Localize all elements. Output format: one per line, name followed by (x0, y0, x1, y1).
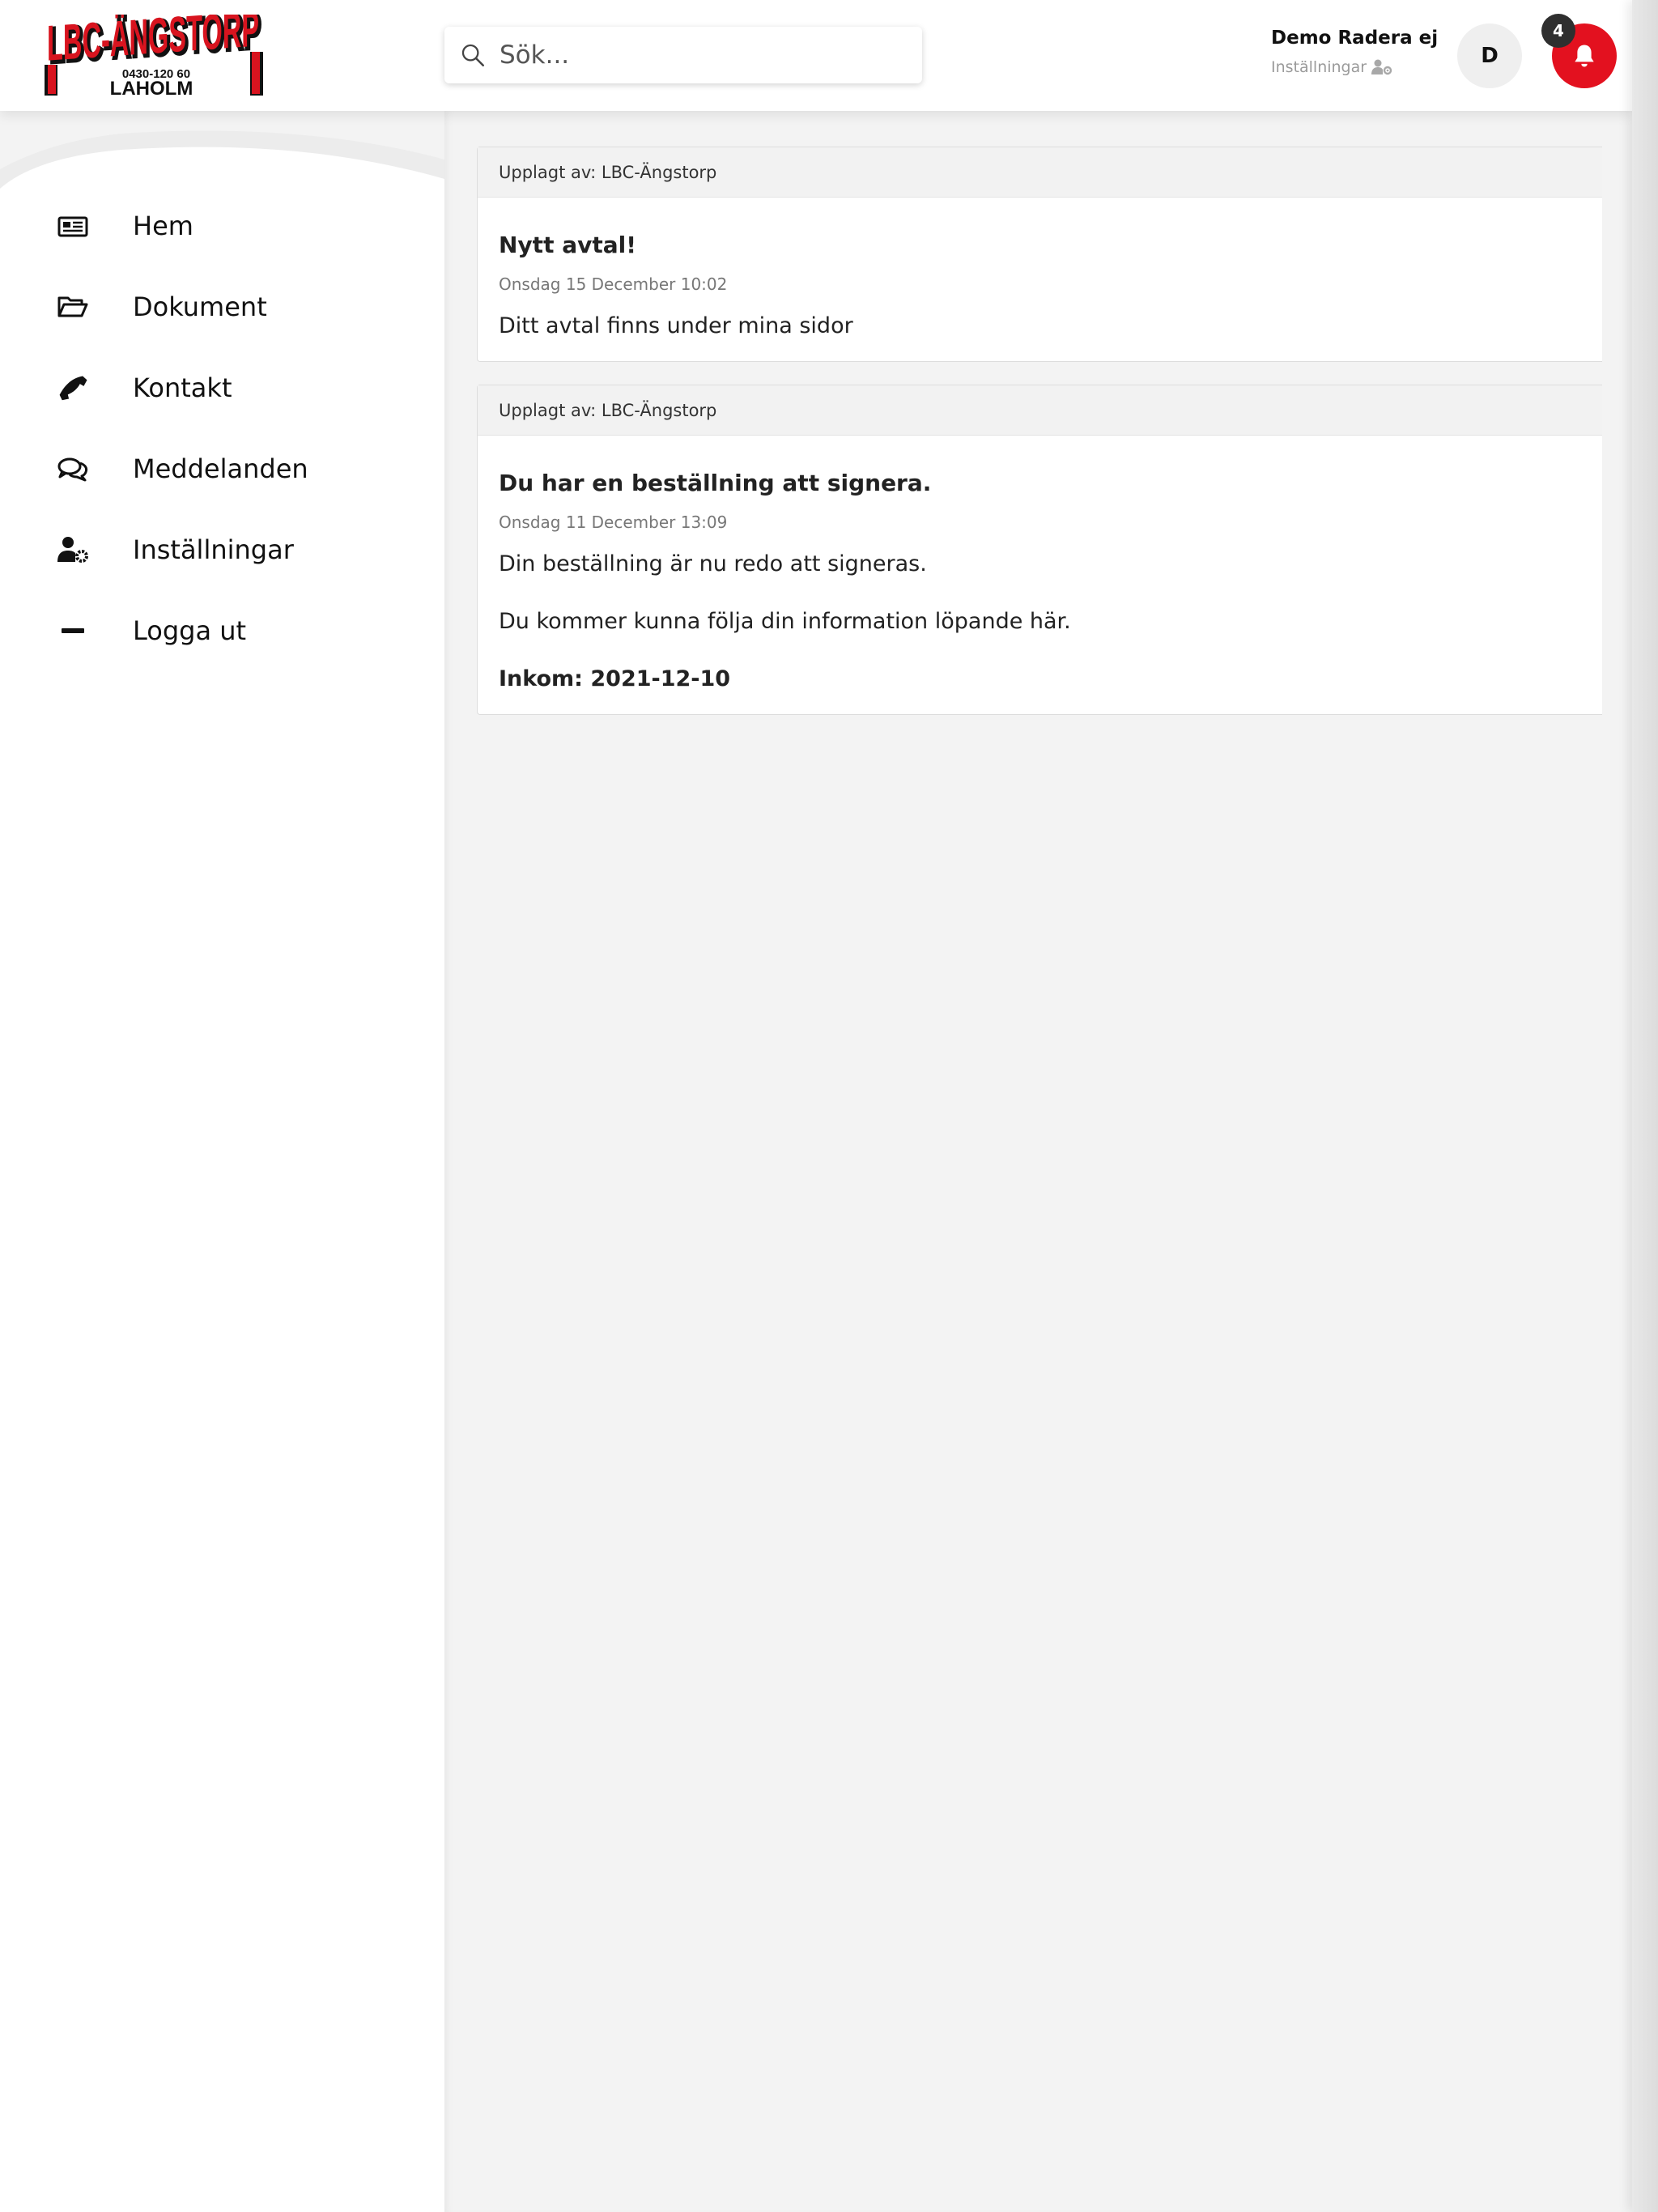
sidebar-item-meddelanden[interactable]: Meddelanden (0, 428, 444, 509)
user-settings-link[interactable]: Inställningar (1271, 58, 1417, 76)
sidebar-item-label: Dokument (133, 291, 267, 322)
card-title: Nytt avtal! (499, 232, 636, 258)
user-info[interactable]: Demo Radera ej Inställningar (1271, 28, 1439, 76)
company-logo[interactable]: LBC-ÄNGSTORP LBC-ÄNGSTORP 0430-120 60 LA… (45, 2, 263, 100)
sidebar-item-installningar[interactable]: Inställningar (0, 509, 444, 590)
card-date: Onsdag 11 December 13:09 (499, 513, 728, 532)
sidebar-item-label: Hem (133, 211, 193, 241)
card-received-date: Inkom: 2021-12-10 (499, 666, 731, 691)
bell-icon (1575, 45, 1594, 67)
phone-icon (55, 370, 91, 406)
user-settings-label: Inställningar (1271, 58, 1367, 76)
sidebar-nav: Hem Dokument Kontakt Meddelanden Inställ… (0, 185, 444, 671)
top-header: LBC-ÄNGSTORP LBC-ÄNGSTORP 0430-120 60 LA… (0, 0, 1632, 111)
card-text: Din beställning är nu redo att signeras. (499, 551, 927, 576)
feed-card[interactable]: Upplagt av: LBC-Ängstorp Nytt avtal! Ons… (477, 147, 1602, 362)
comments-icon (55, 451, 91, 487)
user-name: Demo Radera ej (1271, 28, 1439, 49)
sidebar-item-logga-ut[interactable]: Logga ut (0, 590, 444, 671)
sidebar-item-label: Kontakt (133, 372, 232, 403)
newspaper-icon (55, 208, 91, 244)
card-body: Du har en beställning att signera. Onsda… (478, 436, 1602, 714)
sidebar-item-label: Logga ut (133, 615, 247, 646)
card-posted-by: Upplagt av: LBC-Ängstorp (478, 385, 1602, 436)
minus-icon (55, 613, 91, 649)
svg-text:LAHOLM: LAHOLM (110, 78, 193, 97)
sidebar-item-label: Meddelanden (133, 453, 308, 484)
sidebar-wave-decoration (0, 111, 444, 189)
window-edge (1632, 0, 1658, 2212)
sidebar-item-kontakt[interactable]: Kontakt (0, 347, 444, 428)
svg-text:LBC-ÄNGSTORP: LBC-ÄNGSTORP (47, 15, 259, 72)
user-cog-icon (55, 532, 91, 568)
card-posted-by: Upplagt av: LBC-Ängstorp (478, 147, 1602, 198)
folder-open-icon (55, 289, 91, 325)
feed-card[interactable]: Upplagt av: LBC-Ängstorp Du har en bestä… (477, 385, 1602, 715)
search-bar[interactable] (444, 27, 922, 83)
search-input[interactable] (500, 40, 904, 70)
sidebar-item-label: Inställningar (133, 534, 294, 565)
avatar[interactable]: D (1457, 23, 1522, 88)
main-content: Upplagt av: LBC-Ängstorp Nytt avtal! Ons… (444, 111, 1632, 2212)
sidebar-item-hem[interactable]: Hem (0, 185, 444, 266)
card-date: Onsdag 15 December 10:02 (499, 274, 728, 294)
card-title: Du har en beställning att signera. (499, 470, 932, 496)
user-cog-icon (1371, 59, 1392, 75)
card-body: Nytt avtal! Onsdag 15 December 10:02 Dit… (478, 198, 1602, 361)
sidebar: Hem Dokument Kontakt Meddelanden Inställ… (0, 111, 444, 2212)
notification-count-badge: 4 (1541, 14, 1575, 48)
search-icon (461, 44, 485, 67)
sidebar-item-dokument[interactable]: Dokument (0, 266, 444, 347)
card-text: Ditt avtal finns under mina sidor (499, 313, 853, 338)
card-text: Du kommer kunna följa din information lö… (499, 609, 1071, 634)
